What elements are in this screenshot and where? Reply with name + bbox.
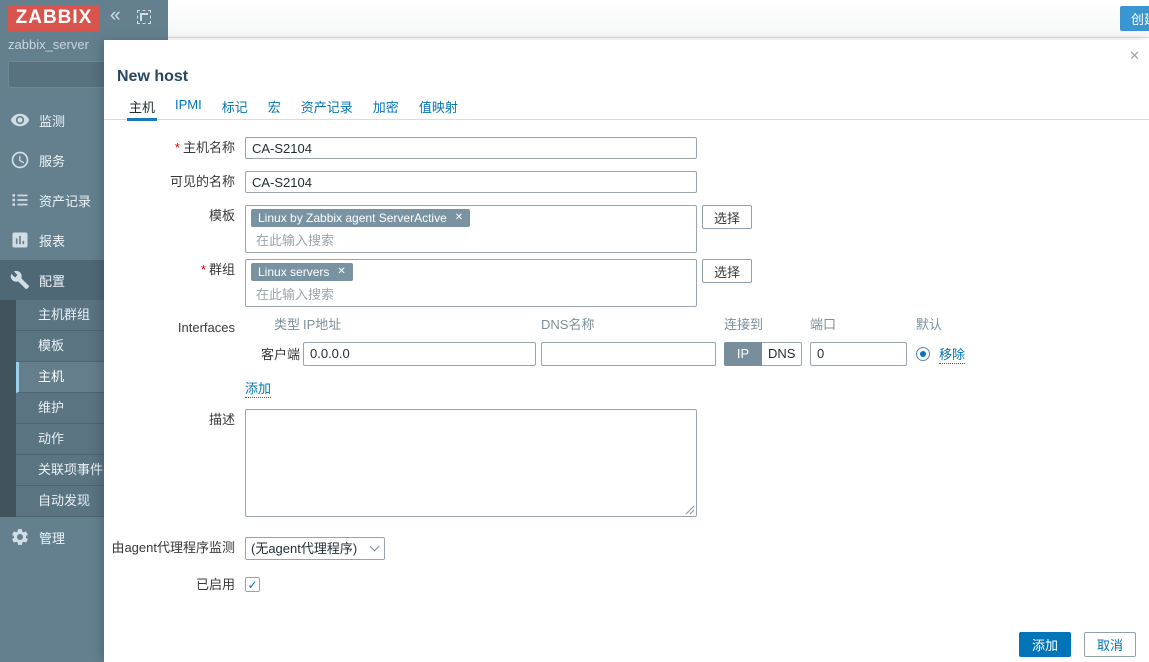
interface-type: 客户端: [245, 344, 300, 363]
gear-icon: [10, 527, 30, 547]
collapse-sidebar-icon[interactable]: «: [110, 5, 121, 27]
templates-search-input[interactable]: [254, 232, 672, 249]
templates-multiselect[interactable]: Linux by Zabbix agent ServerActive ✕: [245, 205, 697, 253]
templates-row: 模板 Linux by Zabbix agent ServerActive ✕ …: [104, 205, 752, 253]
tab-value-mapping[interactable]: 值映射: [417, 95, 460, 119]
col-connect-to: 连接到: [724, 317, 802, 333]
tab-macros[interactable]: 宏: [266, 95, 283, 119]
description-textarea[interactable]: [245, 409, 697, 517]
clock-icon: [10, 150, 30, 170]
tab-encryption[interactable]: 加密: [371, 95, 401, 119]
visible-name-label: 可见的名称: [104, 171, 245, 193]
groups-multiselect[interactable]: Linux servers ✕: [245, 259, 697, 307]
proxy-row: 由agent代理程序监测 (无agent代理程序): [104, 537, 385, 560]
connect-ip-button[interactable]: IP: [724, 342, 762, 366]
groups-search-input[interactable]: [254, 286, 672, 303]
interface-dns-input[interactable]: [541, 342, 716, 366]
modal-tabs: 主机 IPMI 标记 宏 资产记录 加密 值映射: [104, 95, 1149, 120]
add-interface-link[interactable]: 添加: [245, 378, 271, 398]
close-icon[interactable]: ✕: [1129, 49, 1140, 62]
check-icon: ✓: [247, 579, 257, 591]
description-row: 描述: [104, 409, 697, 517]
host-name-label: *主机名称: [104, 137, 245, 159]
sidebar-item-label: 服务: [39, 151, 65, 170]
tab-inventory[interactable]: 资产记录: [299, 95, 355, 119]
description-label: 描述: [104, 409, 245, 431]
chart-icon: [10, 230, 30, 250]
group-chip: Linux servers ✕: [251, 263, 353, 281]
visible-name-row: 可见的名称: [104, 171, 697, 193]
new-host-modal: ✕ New host 主机 IPMI 标记 宏 资产记录 加密 值映射 *主机名…: [104, 40, 1149, 662]
sidebar-item-label: 管理: [39, 528, 65, 547]
cancel-button[interactable]: 取消: [1084, 632, 1136, 657]
col-default: 默认: [916, 317, 942, 333]
interface-ip-input[interactable]: [303, 342, 536, 366]
remove-interface-link[interactable]: 移除: [939, 344, 965, 364]
interfaces-headers: 类型 IP地址 DNS名称 连接到 端口 默认: [245, 317, 965, 333]
interface-port-input[interactable]: [810, 342, 907, 366]
groups-select-button[interactable]: 选择: [702, 259, 752, 283]
proxy-label: 由agent代理程序监测: [104, 537, 245, 559]
tab-host[interactable]: 主机: [127, 95, 157, 121]
enabled-label: 已启用: [104, 574, 245, 596]
col-port: 端口: [810, 317, 907, 333]
page-topbar: 创建主机: [168, 0, 1149, 38]
sidebar-item-label: 配置: [39, 271, 65, 290]
fullscreen-icon[interactable]: [137, 10, 151, 24]
sidebar-item-label: 监测: [39, 111, 65, 130]
host-name-row: *主机名称: [104, 137, 697, 159]
required-mark: *: [201, 262, 206, 277]
sidebar-item-label: 资产记录: [39, 191, 91, 210]
sidebar-item-label: 报表: [39, 231, 65, 250]
templates-select-button[interactable]: 选择: [702, 205, 752, 229]
add-button[interactable]: 添加: [1019, 632, 1071, 657]
template-chip: Linux by Zabbix agent ServerActive ✕: [251, 209, 470, 227]
connect-to-toggle: IP DNS: [724, 342, 802, 366]
enabled-checkbox[interactable]: ✓: [245, 577, 260, 592]
col-dns: DNS名称: [541, 317, 716, 333]
templates-label: 模板: [104, 205, 245, 227]
default-interface-radio[interactable]: [916, 347, 930, 361]
modal-title: New host: [117, 68, 188, 86]
col-ip: IP地址: [303, 317, 536, 333]
create-host-button[interactable]: 创建主机: [1120, 6, 1149, 31]
wrench-icon: [10, 270, 30, 290]
modal-footer: 添加 取消: [1019, 632, 1136, 657]
interfaces-row: Interfaces 类型 IP地址 DNS名称 连接到 端口 默认 客户端 I…: [104, 317, 965, 398]
interface-row: 客户端 IP DNS 移除: [245, 341, 965, 366]
groups-label: *群组: [104, 259, 245, 281]
proxy-select[interactable]: (无agent代理程序): [245, 537, 385, 560]
chip-remove-icon[interactable]: ✕: [337, 265, 345, 279]
server-name: zabbix_server: [8, 37, 89, 52]
connect-dns-button[interactable]: DNS: [762, 342, 802, 366]
enabled-row: 已启用 ✓: [104, 574, 260, 596]
eye-icon: [10, 110, 30, 130]
interfaces-label: Interfaces: [104, 317, 245, 339]
visible-name-input[interactable]: [245, 171, 697, 193]
tab-tags[interactable]: 标记: [220, 95, 250, 119]
tab-ipmi[interactable]: IPMI: [173, 95, 204, 119]
groups-row: *群组 Linux servers ✕ 选择: [104, 259, 752, 307]
zabbix-logo[interactable]: ZABBIX: [8, 5, 100, 31]
col-type: 类型: [245, 317, 300, 333]
chip-remove-icon[interactable]: ✕: [455, 211, 463, 225]
required-mark: *: [175, 140, 180, 155]
host-name-input[interactable]: [245, 137, 697, 159]
list-icon: [10, 190, 30, 210]
